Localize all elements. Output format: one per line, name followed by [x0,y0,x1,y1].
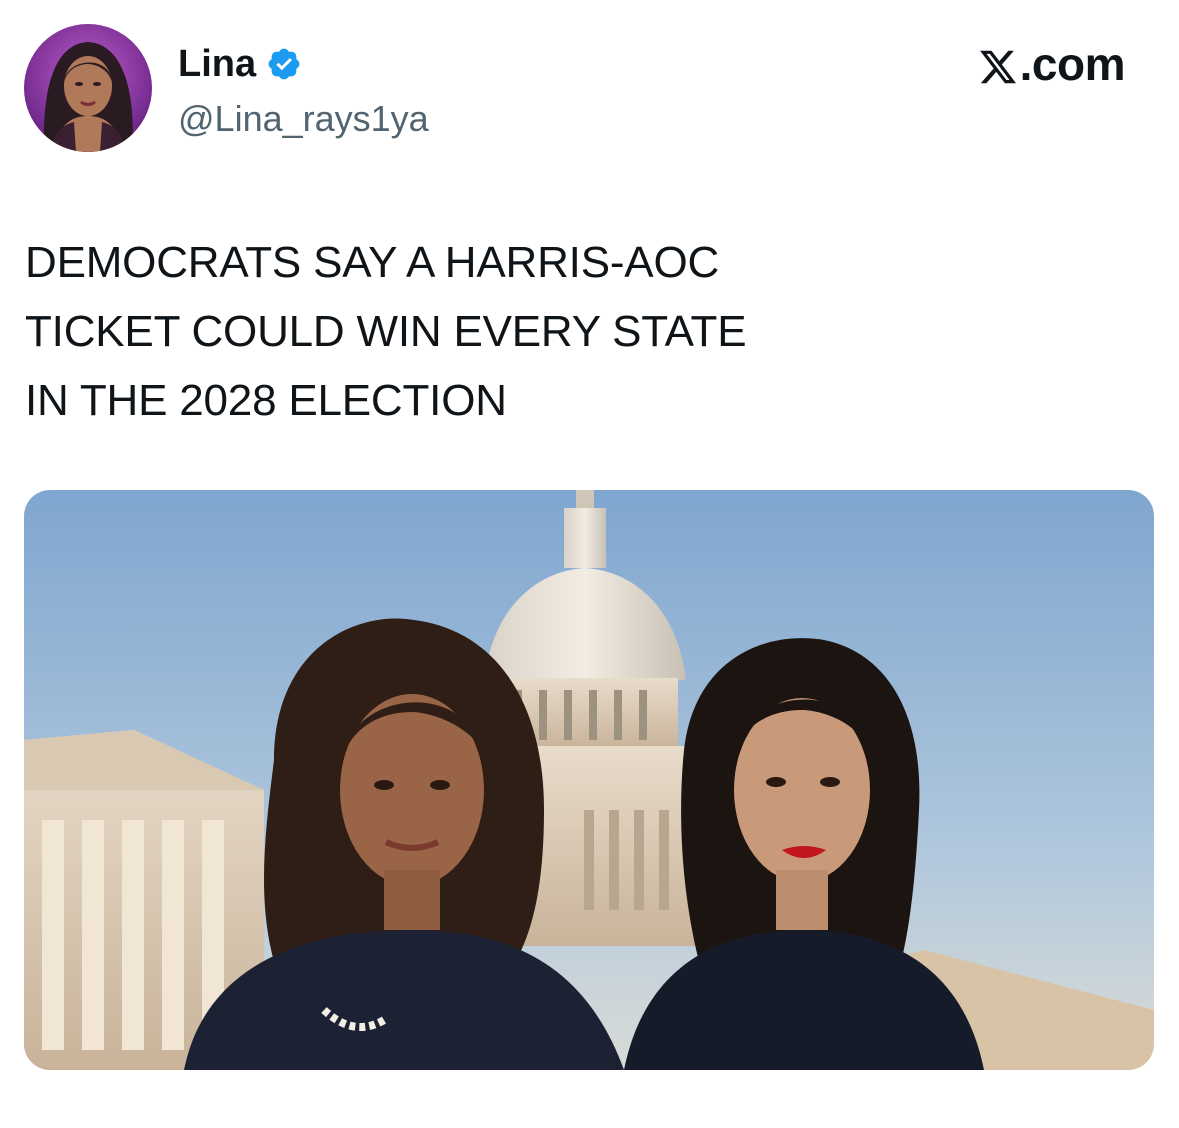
tweet-text: DEMOCRATS SAY A HARRIS-AOC TICKET COULD … [25,228,925,435]
brand-suffix: .com [1019,38,1126,90]
user-handle[interactable]: @Lina_rays1ya [178,96,429,142]
tweet-text-line: IN THE 2028 ELECTION [25,376,507,425]
x-logo-icon [978,44,1018,84]
display-name[interactable]: Lina [178,40,256,88]
brand-watermark: .com [978,38,1126,90]
verified-badge-icon [266,46,302,82]
tweet-photo[interactable] [24,490,1154,1070]
tweet-text-line: DEMOCRATS SAY A HARRIS-AOC [25,238,720,287]
avatar[interactable] [24,24,152,152]
author-name-row: Lina [178,40,302,88]
tweet-text-line: TICKET COULD WIN EVERY STATE [25,307,747,356]
